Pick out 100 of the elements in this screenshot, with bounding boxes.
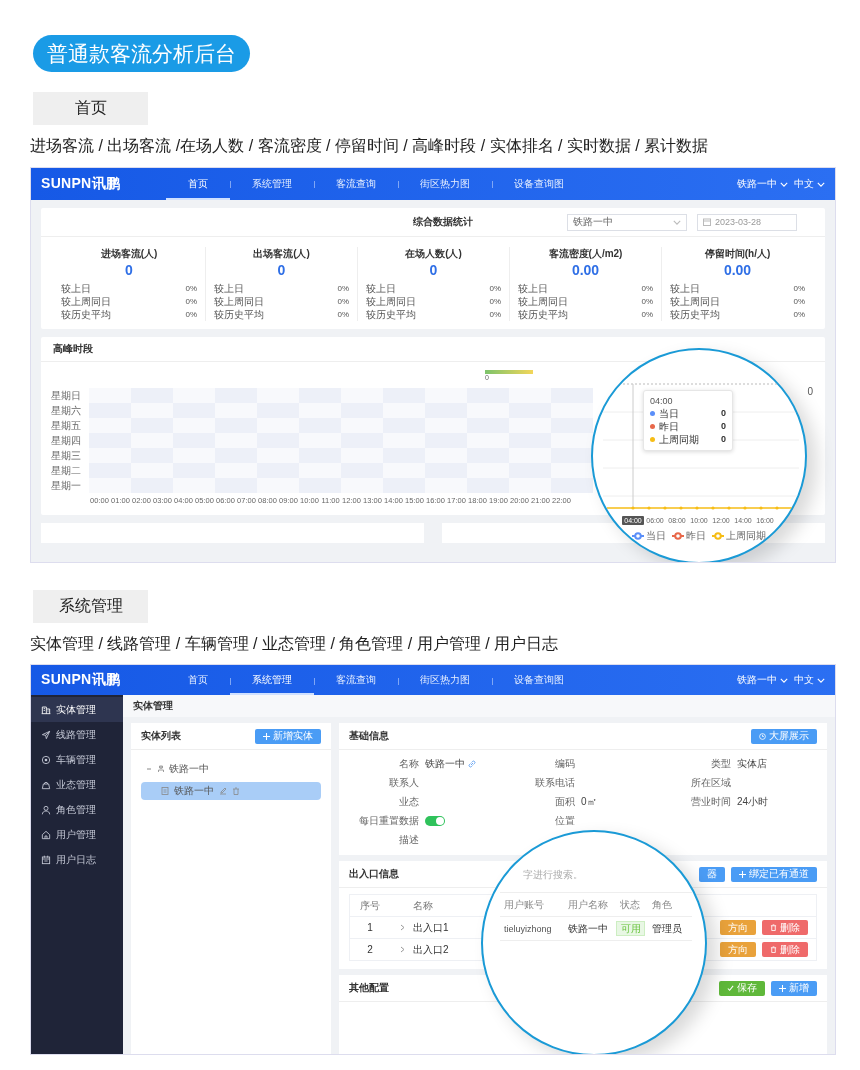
sidebar-item[interactable]: 线路管理 [31, 722, 123, 747]
sidebar-item[interactable]: 用户管理 [31, 822, 123, 847]
metric-value: 0 [276, 261, 287, 279]
nav-tab[interactable]: 系统管理 [230, 665, 314, 695]
add-button[interactable]: 绑定已有通道 [731, 866, 817, 882]
save-button[interactable]: 保存 [719, 980, 765, 996]
link-icon[interactable] [468, 759, 476, 768]
field-value: 铁路一中 [425, 756, 465, 771]
axis-label: 星期六 [51, 404, 82, 418]
chevron-down-icon [673, 219, 681, 225]
chart-value: 0 [807, 386, 813, 397]
comparison-value: 0% [641, 296, 653, 308]
document-icon [161, 787, 169, 795]
chevron-down-icon [780, 181, 788, 187]
trash-icon [770, 946, 777, 953]
feature-list: 进场客流 / 出场客流 /在场人数 / 客流密度 / 停留时间 / 高峰时段 / 实体排名 / 实时数据 / 累计数据 [30, 135, 836, 157]
series-value: 0 [721, 420, 726, 433]
metric-title: 在场人数(人) [404, 247, 463, 261]
card-title: 其他配置 [349, 981, 389, 995]
comparison-label: 较上周同日 [366, 295, 416, 308]
expand-icon[interactable] [400, 924, 405, 931]
series-name: 上周同期 [659, 433, 699, 446]
metric-title: 客流密度(人/m2) [547, 247, 624, 261]
card-title: 高峰时段 [53, 342, 93, 356]
sidebar-item[interactable]: 业态管理 [31, 772, 123, 797]
sidebar-item[interactable]: 角色管理 [31, 797, 123, 822]
table-cell: 出入口1 [413, 920, 449, 935]
field-label: 每日重置数据 [358, 813, 419, 828]
search-hint: 字进行搜索。 [523, 868, 583, 882]
card-title: 实体列表 [141, 729, 181, 743]
action-button[interactable]: 器 [699, 866, 725, 882]
comparison-value: 0% [641, 309, 653, 321]
comparison-label: 较历史平均 [61, 308, 111, 321]
sidebar-item[interactable]: 用户日志 [31, 847, 123, 872]
tree-node[interactable]: 铁路一中 [141, 760, 321, 778]
add-button[interactable]: 新增 [771, 980, 817, 996]
chevron-down-icon [817, 677, 825, 683]
comparison-label: 较上日 [61, 282, 91, 295]
table-cell-text: 2 [366, 944, 374, 955]
column-header: 状态 [619, 897, 641, 912]
comparison-label: 较历史平均 [214, 308, 264, 321]
plus-icon [779, 984, 786, 992]
comparison-label: 较历史平均 [366, 308, 416, 321]
nav-tab[interactable]: 客流查询 [314, 665, 398, 695]
comparison-value: 0% [489, 309, 501, 321]
language-dropdown[interactable]: 中文 [794, 673, 825, 687]
date-picker[interactable]: 2023-03-28 [697, 213, 797, 231]
language-dropdown[interactable]: 中文 [794, 177, 825, 191]
legend-label[interactable]: 昨日 [686, 529, 706, 543]
field-label: 位置 [554, 813, 575, 828]
bag-icon [41, 779, 51, 790]
metric-title: 停留时间(h/人) [703, 247, 772, 261]
comparison-value: 0% [793, 283, 805, 295]
logo: SUNPN讯鹏 [41, 671, 122, 689]
comparison-label: 较上周同日 [61, 295, 111, 308]
check-icon [727, 984, 734, 992]
field-label: 业态 [398, 794, 419, 809]
nav-tab[interactable]: 街区热力图 [398, 168, 492, 200]
nav-tab[interactable]: 街区热力图 [398, 665, 492, 695]
nav-tab[interactable]: 设备查询图 [492, 168, 586, 200]
toggle-switch[interactable] [425, 815, 445, 826]
fullscreen-button[interactable]: 大屏展示 [751, 728, 817, 744]
column-header: 名称 [413, 898, 433, 913]
field-label: 面积 [554, 794, 575, 809]
comparison-label: 较历史平均 [670, 308, 720, 321]
trash-icon[interactable] [232, 787, 240, 795]
table-cell-text: tieluyizhong [503, 923, 553, 934]
legend-label[interactable]: 当日 [646, 529, 666, 543]
series-value: 0 [721, 407, 726, 420]
site-dropdown[interactable]: 铁路一中 [737, 177, 788, 191]
nav-tab[interactable]: 首页 [166, 168, 230, 200]
comparison-value: 0% [185, 309, 197, 321]
status-tag: 可用 [615, 921, 645, 936]
delete-button[interactable]: 删除 [762, 920, 808, 935]
expand-icon[interactable] [400, 946, 405, 953]
trash-icon [770, 924, 777, 931]
nav-tab[interactable]: 客流查询 [314, 168, 398, 200]
metric-value: 0 [428, 261, 439, 279]
delete-button[interactable]: 删除 [762, 942, 808, 957]
card-title: 综合数据统计 [413, 215, 473, 229]
nav-tab[interactable]: 系统管理 [230, 168, 314, 200]
site-dropdown[interactable]: 铁路一中 [737, 673, 788, 687]
entity-select[interactable]: 铁路一中 [567, 213, 687, 231]
color-scale-bar [485, 370, 533, 374]
sidebar-item[interactable]: 实体管理 [31, 697, 123, 722]
comparison-value: 0% [185, 283, 197, 295]
calendar-icon [703, 218, 711, 226]
legend-label[interactable]: 上周同期 [726, 529, 766, 543]
nav-tab[interactable]: 设备查询图 [492, 665, 586, 695]
target-icon [41, 754, 51, 765]
edit-icon[interactable] [219, 787, 227, 795]
clock-icon [759, 732, 766, 740]
tree-item[interactable]: 铁路一中 [141, 782, 321, 800]
metric-title: 出场客流(人) [252, 247, 311, 261]
sidebar-item[interactable]: 车辆管理 [31, 747, 123, 772]
comparison-label: 较上周同日 [214, 295, 264, 308]
field-label: 类型 [710, 756, 731, 771]
add-button[interactable]: 新增实体 [255, 728, 321, 744]
series-value: 0 [721, 433, 726, 446]
nav-tab[interactable]: 首页 [166, 665, 230, 695]
